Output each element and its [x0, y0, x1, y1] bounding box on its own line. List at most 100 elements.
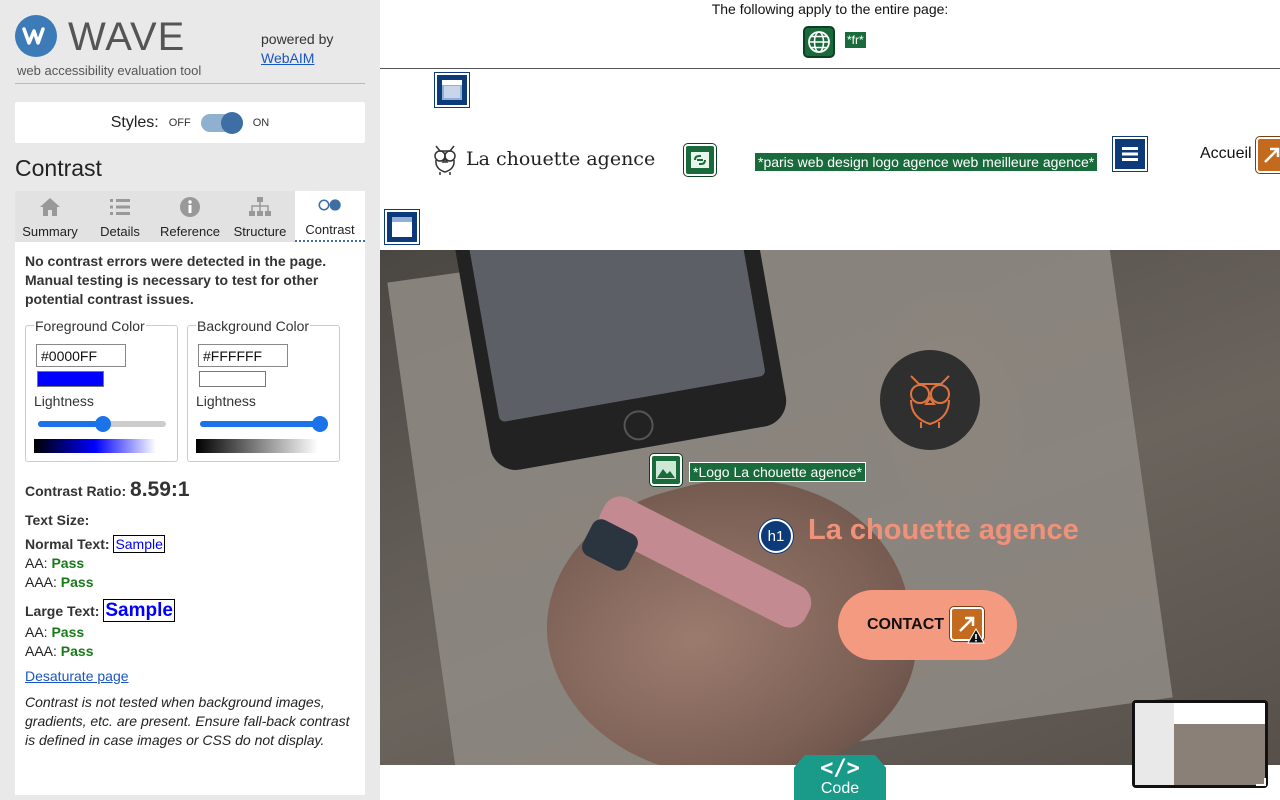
background-gradient — [196, 439, 318, 453]
linked-image-icon[interactable] — [684, 144, 716, 176]
header-region-icon[interactable] — [435, 73, 469, 107]
normal-sample: Sample — [113, 535, 165, 553]
contrast-ratio: Contrast Ratio: 8.59:1 — [25, 478, 190, 502]
site-name: La chouette agence — [466, 148, 656, 170]
tab-reference[interactable]: Reference — [155, 191, 225, 242]
hero-owl-logo — [880, 350, 980, 450]
minimap-preview — [1135, 703, 1265, 785]
foreground-gradient — [34, 439, 156, 453]
powered-by-label: powered by — [261, 31, 334, 47]
large-aa-row: AA: Pass — [25, 624, 85, 640]
h1-badge-icon[interactable]: h1 — [759, 519, 793, 553]
background-color-box: Background Color Lightness — [187, 318, 340, 462]
webaim-link[interactable]: WebAIM — [261, 50, 314, 66]
contact-button[interactable]: CONTACT — [838, 590, 1017, 660]
normal-aa-result: Pass — [51, 555, 85, 571]
image-alt-icon[interactable] — [650, 454, 682, 486]
navigation-icon[interactable] — [1113, 137, 1147, 171]
divider — [15, 83, 365, 84]
tab-summary[interactable]: Summary — [15, 191, 85, 242]
slider-knob[interactable] — [95, 416, 111, 432]
site-logo[interactable]: La chouette agence — [430, 142, 655, 176]
contrast-note: Contrast is not tested when background i… — [25, 694, 350, 748]
powered-by: powered by WebAIM — [261, 30, 333, 68]
owl-logo-icon — [434, 145, 456, 175]
normal-aaa-result: Pass — [60, 574, 94, 590]
home-icon — [38, 195, 62, 219]
code-button[interactable]: </> Code — [794, 755, 886, 800]
hero-logo-alt-tag: *Logo La chouette agence* — [689, 462, 866, 482]
normal-aaa-row: AAA: Pass — [25, 574, 94, 590]
contrast-ratio-value: 8.59:1 — [130, 478, 190, 501]
app-subtitle: web accessibility evaluation tool — [17, 63, 202, 78]
styles-off-label: OFF — [168, 116, 191, 129]
global-notice: The following apply to the entire page: — [711, 1, 949, 17]
foreground-color-box: Foreground Color Lightness — [25, 318, 178, 462]
large-aaa-result: Pass — [60, 643, 94, 659]
panel-tabs: Summary Details Reference Structure Cont… — [15, 191, 365, 242]
global-notice-bar: The following apply to the entire page: … — [380, 0, 1280, 69]
styles-toggle-box: Styles: OFF ON — [15, 102, 365, 143]
globe-icon[interactable] — [803, 26, 835, 58]
contrast-panel: No contrast errors were detected in the … — [15, 242, 365, 795]
nav-accueil[interactable]: Accueil — [1200, 145, 1252, 163]
contrast-message: No contrast errors were detected in the … — [25, 253, 327, 307]
styles-toggle[interactable] — [200, 111, 243, 134]
toggle-knob — [220, 111, 243, 134]
section-title: Contrast — [15, 155, 102, 181]
hero-title: La chouette agence — [808, 514, 1079, 546]
wave-logo-icon — [15, 15, 57, 57]
tab-structure[interactable]: Structure — [225, 191, 295, 242]
language-tag: *fr* — [845, 32, 866, 48]
text-size-label: Text Size: — [25, 512, 90, 528]
normal-aa-row: AA: Pass — [25, 555, 85, 571]
tab-reference-label: Reference — [160, 224, 220, 239]
slider-fill — [200, 421, 318, 427]
foreground-hex-input[interactable] — [36, 344, 126, 367]
code-icon: </> — [820, 755, 860, 781]
expand-icon[interactable] — [1256, 778, 1266, 786]
wave-sidebar: WAVE web accessibility evaluation tool p… — [0, 0, 380, 800]
hierarchy-icon — [248, 195, 272, 219]
redundant-link-icon[interactable] — [1256, 137, 1280, 173]
foreground-lightness-slider[interactable] — [38, 416, 166, 432]
contrast-ratio-label: Contrast Ratio: — [25, 483, 127, 499]
hero-banner: *Logo La chouette agence* h1 La chouette… — [380, 250, 1280, 765]
tab-contrast-label: Contrast — [305, 222, 355, 237]
desaturate-page-link[interactable]: Desaturate page — [25, 668, 129, 684]
list-icon — [108, 195, 132, 219]
background-swatch — [199, 371, 266, 387]
tab-details[interactable]: Details — [85, 191, 155, 242]
warning-icon — [967, 628, 985, 644]
code-button-label: Code — [820, 779, 860, 797]
tab-structure-label: Structure — [233, 224, 287, 239]
foreground-swatch — [37, 371, 104, 387]
owl-icon — [910, 375, 950, 428]
large-aa-result: Pass — [51, 624, 85, 640]
slider-fill — [38, 421, 102, 427]
styles-label: Styles: — [110, 113, 159, 131]
foreground-lightness-label: Lightness — [34, 393, 94, 409]
foreground-legend: Foreground Color — [34, 318, 146, 334]
contact-button-label: CONTACT — [867, 616, 945, 633]
large-text-label: Large Text: — [25, 603, 100, 619]
tab-contrast[interactable]: Contrast — [295, 191, 365, 242]
tab-details-label: Details — [100, 224, 140, 239]
normal-text-label: Normal Text: — [25, 536, 110, 552]
tab-summary-label: Summary — [22, 224, 78, 239]
info-icon — [178, 195, 202, 219]
large-aaa-row: AAA: Pass — [25, 643, 94, 659]
large-text-row: Large Text: Sample — [25, 599, 175, 622]
page-preview: The following apply to the entire page: … — [380, 0, 1280, 800]
region-icon[interactable] — [385, 210, 419, 244]
contrast-icon — [318, 193, 342, 217]
large-sample: Sample — [103, 599, 175, 622]
logo-alt-tag: *paris web design logo agence web meille… — [754, 152, 1099, 172]
background-hex-input[interactable] — [198, 344, 288, 367]
slider-knob[interactable] — [312, 416, 328, 432]
styles-on-label: ON — [252, 116, 270, 129]
background-lightness-slider[interactable] — [200, 416, 328, 432]
background-lightness-label: Lightness — [196, 393, 256, 409]
background-legend: Background Color — [196, 318, 311, 334]
page-minimap[interactable] — [1132, 700, 1268, 788]
